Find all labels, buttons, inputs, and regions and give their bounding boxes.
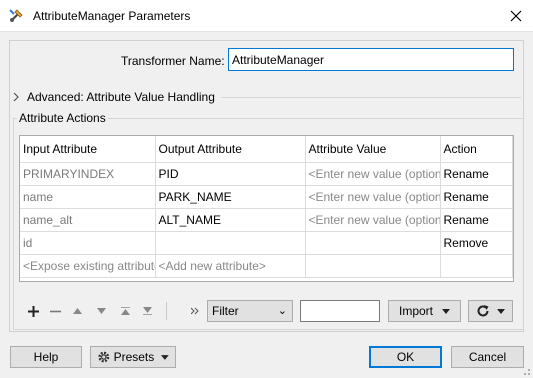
refresh-button[interactable]	[468, 300, 513, 322]
dropdown-arrow-icon	[161, 354, 169, 360]
presets-button[interactable]: Presets	[90, 346, 176, 368]
move-to-top-button[interactable]	[115, 300, 135, 322]
input-attribute-cell[interactable]: name	[20, 185, 156, 209]
filter-dropdown-value: Filter	[212, 304, 239, 318]
column-header-attribute-value[interactable]: Attribute Value	[305, 136, 441, 163]
attribute-actions-title: Attribute Actions	[17, 111, 108, 125]
move-down-button[interactable]	[91, 300, 111, 322]
cancel-button[interactable]: Cancel	[451, 346, 524, 368]
output-attribute-cell[interactable]: ALT_NAME	[155, 208, 306, 232]
add-row-button[interactable]	[23, 300, 43, 322]
presets-button-label: Presets	[113, 350, 155, 364]
plus-icon	[27, 305, 39, 317]
column-header-output-attribute[interactable]: Output Attribute	[155, 136, 306, 163]
transformer-name-label: Transformer Name:	[121, 54, 225, 68]
expose-attribute-cell[interactable]: <Expose existing attribute	[20, 254, 156, 278]
dropdown-arrow-icon	[442, 308, 450, 314]
advanced-section-label: Advanced: Attribute Value Handling	[27, 90, 215, 104]
close-button[interactable]	[499, 0, 533, 31]
attribute-value-cell[interactable]: <Enter new value (option	[305, 185, 441, 209]
chevron-right-icon	[13, 92, 19, 102]
toolbar-separator	[166, 302, 167, 320]
output-attribute-cell[interactable]: PARK_NAME	[155, 185, 306, 209]
gear-icon	[98, 351, 110, 363]
move-bottom-icon	[142, 307, 152, 315]
refresh-icon	[477, 305, 489, 317]
move-up-button[interactable]	[67, 300, 87, 322]
table-row[interactable]: name_alt ALT_NAME <Enter new value (opti…	[20, 208, 513, 232]
attribute-value-cell[interactable]: <Enter new value (option	[305, 208, 441, 232]
input-attribute-cell[interactable]: name_alt	[20, 208, 156, 232]
column-header-input-attribute[interactable]: Input Attribute	[20, 136, 156, 163]
output-attribute-cell[interactable]: PID	[155, 162, 306, 186]
table-row[interactable]: PRIMARYINDEX PID <Enter new value (optio…	[20, 162, 513, 186]
input-attribute-cell[interactable]: PRIMARYINDEX	[20, 162, 156, 186]
window-title: AttributeManager Parameters	[33, 9, 191, 23]
title-bar: AttributeManager Parameters	[0, 0, 533, 32]
table-row[interactable]: id Remove	[20, 231, 513, 255]
action-cell[interactable]: Rename	[440, 208, 513, 232]
toolbar-overflow-button[interactable]	[185, 300, 205, 322]
filter-text-input[interactable]	[300, 300, 380, 322]
chevron-down-icon: ⌄	[277, 305, 287, 317]
action-cell[interactable]: Remove	[440, 231, 513, 255]
table-row[interactable]: name PARK_NAME <Enter new value (option …	[20, 185, 513, 209]
close-icon	[510, 10, 522, 21]
ok-button[interactable]: OK	[369, 346, 442, 368]
import-button[interactable]: Import	[388, 300, 461, 322]
arrow-down-icon	[96, 308, 106, 314]
section-divider	[221, 97, 521, 98]
attribute-manager-app-icon	[9, 9, 23, 22]
action-cell[interactable]: Rename	[440, 185, 513, 209]
attribute-value-cell[interactable]: <Enter new value (option	[305, 162, 441, 186]
move-to-bottom-button[interactable]	[137, 300, 157, 322]
dropdown-arrow-icon	[497, 308, 505, 314]
attribute-actions-table[interactable]: Input Attribute Output Attribute Attribu…	[19, 135, 514, 282]
minus-icon	[49, 310, 61, 312]
action-cell[interactable]	[440, 254, 513, 278]
arrow-up-icon	[72, 308, 82, 314]
filter-dropdown[interactable]: Filter ⌄	[207, 300, 293, 322]
move-top-icon	[120, 307, 130, 315]
column-header-action[interactable]: Action	[440, 136, 513, 163]
import-button-label: Import	[398, 304, 433, 318]
attribute-value-cell[interactable]	[305, 231, 441, 255]
help-button[interactable]: Help	[10, 346, 82, 368]
action-cell[interactable]: Rename	[440, 162, 513, 186]
attribute-value-cell[interactable]	[305, 254, 441, 278]
input-attribute-cell[interactable]: id	[20, 231, 156, 255]
add-attribute-cell[interactable]: <Add new attribute>	[155, 254, 306, 278]
attribute-grid: Input Attribute Output Attribute Attribu…	[20, 136, 513, 278]
resize-grip-icon[interactable]	[521, 366, 531, 376]
output-attribute-cell[interactable]	[155, 231, 306, 255]
transformer-name-input[interactable]	[228, 48, 514, 71]
remove-row-button[interactable]	[45, 300, 65, 322]
double-chevron-icon	[191, 307, 199, 315]
table-header-row: Input Attribute Output Attribute Attribu…	[20, 136, 513, 163]
table-row[interactable]: <Expose existing attribute <Add new attr…	[20, 254, 513, 278]
